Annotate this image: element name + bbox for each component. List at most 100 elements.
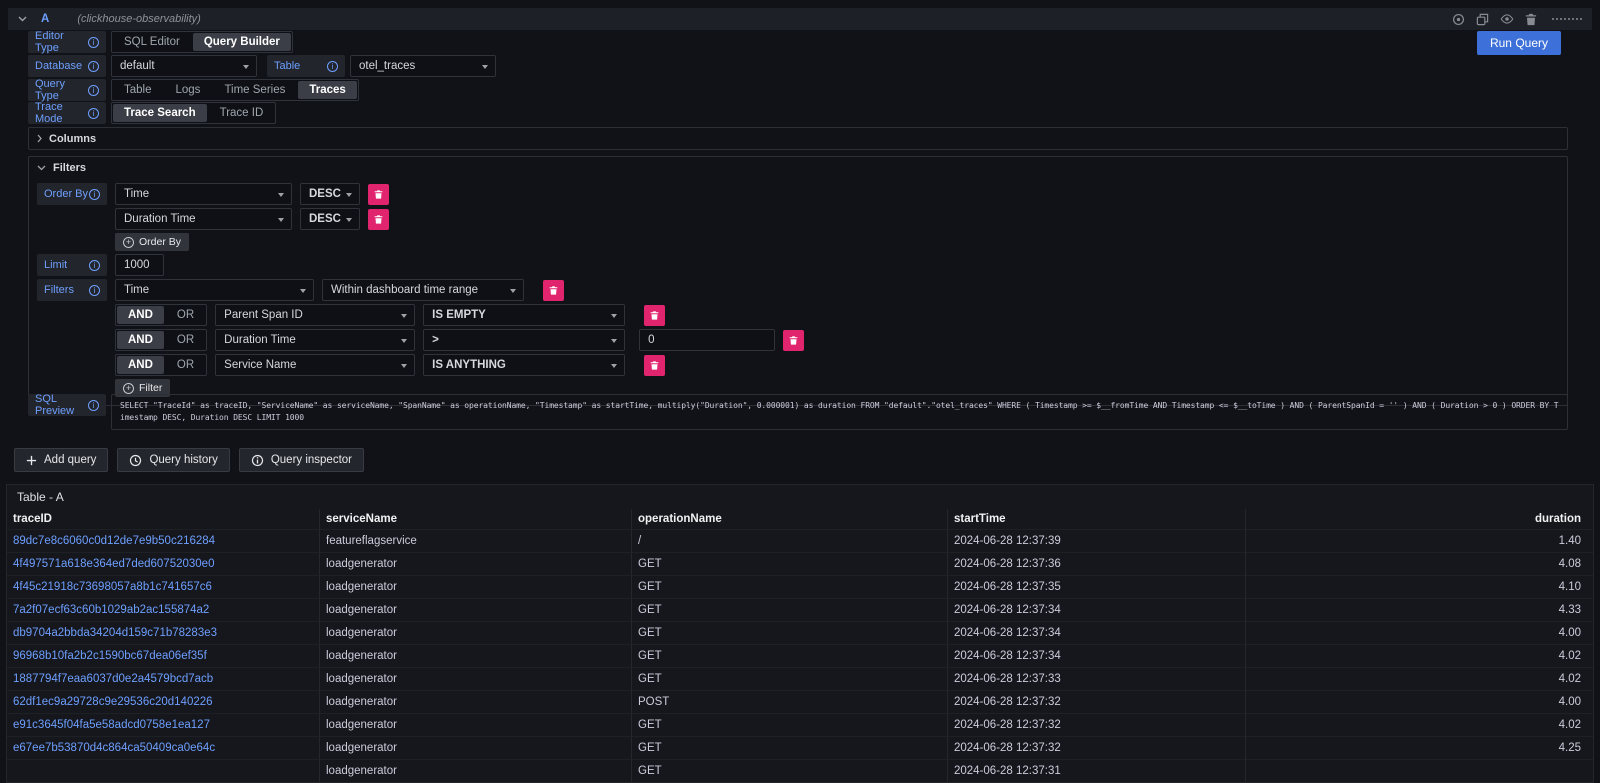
limit-row: Limit i xyxy=(37,254,1559,276)
query-inspector-button[interactable]: Query inspector xyxy=(239,448,364,472)
trace-mode-option-trace-id[interactable]: Trace ID xyxy=(209,104,275,122)
remove-filter-button-1[interactable] xyxy=(644,305,665,326)
info-icon[interactable]: i xyxy=(88,85,99,96)
filter-bool-or-2[interactable]: OR xyxy=(166,331,205,349)
service-name-cell: loadgenerator xyxy=(320,644,632,667)
trace-id-link[interactable] xyxy=(7,759,320,782)
database-select[interactable]: default xyxy=(111,55,257,77)
remove-filter-button-3[interactable] xyxy=(644,355,665,376)
drag-handle-icon[interactable] xyxy=(1552,18,1582,20)
filter-bool-and-2[interactable]: AND xyxy=(117,331,164,349)
trace-id-link[interactable]: 62df1ec9a29728c9e29536c20d140226 xyxy=(7,690,320,713)
info-icon[interactable]: i xyxy=(89,189,100,200)
filter-field-select-2[interactable]: Duration Time xyxy=(215,329,415,351)
query-type-option-time-series[interactable]: Time Series xyxy=(213,81,296,99)
column-header-operationname[interactable]: operationName xyxy=(632,509,948,529)
trace-id-link[interactable]: 4f497571a618e364ed7ded60752030e0 xyxy=(7,552,320,575)
duration-cell: 4.33 xyxy=(1246,598,1593,621)
operation-name-cell: GET xyxy=(632,575,948,598)
chevron-down-icon xyxy=(611,339,617,343)
info-icon[interactable]: i xyxy=(89,260,100,271)
table-panel: Table - A traceID serviceName operationN… xyxy=(6,484,1594,783)
database-table-row: Database i default Table i otel_traces xyxy=(28,55,1568,77)
trace-mode-option-trace-search[interactable]: Trace Search xyxy=(113,104,207,122)
trace-id-link[interactable]: 89dc7e8c6060c0d12de7e9b50c216284 xyxy=(7,529,320,552)
plus-circle-icon: + xyxy=(123,383,134,394)
info-icon[interactable]: i xyxy=(88,108,99,119)
circle-dot-icon[interactable] xyxy=(1452,13,1465,26)
info-icon[interactable]: i xyxy=(327,61,338,72)
filter-operator-select-3[interactable]: IS ANYTHING xyxy=(423,354,625,376)
trace-id-link[interactable]: db9704a2bbda34204d159c71b78283e3 xyxy=(7,621,320,644)
operation-name-cell: GET xyxy=(632,621,948,644)
chevron-down-icon xyxy=(278,218,284,222)
filter-bool-and-3[interactable]: AND xyxy=(117,356,164,374)
remove-order-by-button-1[interactable] xyxy=(368,184,389,205)
filter-bool-and-1[interactable]: AND xyxy=(117,306,164,324)
filter-operator-select-2[interactable]: > xyxy=(423,329,625,351)
trash-icon[interactable] xyxy=(1525,13,1537,26)
trace-id-link[interactable]: e91c3645f04fa5e58adcd0758e1ea127 xyxy=(7,713,320,736)
info-icon[interactable]: i xyxy=(88,400,99,411)
info-icon[interactable]: i xyxy=(89,285,100,296)
filter-value-input-2[interactable] xyxy=(639,329,775,351)
query-history-button[interactable]: Query history xyxy=(117,448,229,472)
remove-time-filter-button[interactable] xyxy=(543,280,564,301)
chevron-down-icon xyxy=(482,65,488,69)
trace-id-link[interactable]: e67ee7b53870d4c864ca50409ca0e64c xyxy=(7,736,320,759)
duration-cell xyxy=(1246,759,1593,782)
trace-mode-radio-group: Trace Search Trace ID xyxy=(111,102,276,124)
trace-id-link[interactable]: 1887794f7eaa6037d0e2a4579bcd7acb xyxy=(7,667,320,690)
editor-type-option-sql-editor[interactable]: SQL Editor xyxy=(113,33,191,51)
trace-id-link[interactable]: 4f45c21918c73698057a8b1c741657c6 xyxy=(7,575,320,598)
table-row: 62df1ec9a29728c9e29536c20d140226 loadgen… xyxy=(7,690,1593,713)
order-by-direction-select-2[interactable]: DESC xyxy=(300,208,360,230)
filters-section-header[interactable]: Filters xyxy=(29,157,1567,178)
service-name-cell: loadgenerator xyxy=(320,736,632,759)
order-by-direction-select-1[interactable]: DESC xyxy=(300,183,360,205)
add-order-by-button[interactable]: + Order By xyxy=(115,233,189,251)
order-by-field-select-1[interactable]: Time xyxy=(115,183,292,205)
filter-bool-group-2: AND OR xyxy=(115,329,207,351)
filter-time-operator-select[interactable]: Within dashboard time range xyxy=(322,279,524,301)
query-ref-id: A xyxy=(41,13,49,25)
info-icon[interactable]: i xyxy=(88,37,99,48)
copy-icon[interactable] xyxy=(1476,13,1489,26)
table-select[interactable]: otel_traces xyxy=(350,55,496,77)
remove-filter-button-2[interactable] xyxy=(783,330,804,351)
limit-input[interactable] xyxy=(115,254,164,276)
duration-cell: 4.10 xyxy=(1246,575,1593,598)
order-by-field-select-2[interactable]: Duration Time xyxy=(115,208,292,230)
limit-label: Limit i xyxy=(37,254,107,276)
add-order-by-row: + Order By xyxy=(115,233,1559,251)
editor-type-option-query-builder[interactable]: Query Builder xyxy=(193,33,291,51)
column-header-servicename[interactable]: serviceName xyxy=(320,509,632,529)
chevron-down-icon xyxy=(300,289,306,293)
duration-cell: 4.08 xyxy=(1246,552,1593,575)
results-table: traceID serviceName operationName startT… xyxy=(7,509,1593,782)
filter-bool-group-3: AND OR xyxy=(115,354,207,376)
column-header-duration[interactable]: duration xyxy=(1246,509,1593,529)
collapse-chevron-icon[interactable] xyxy=(18,16,27,22)
add-query-button[interactable]: Add query xyxy=(14,448,108,472)
eye-icon[interactable] xyxy=(1500,14,1514,24)
query-type-option-logs[interactable]: Logs xyxy=(165,81,212,99)
filter-operator-select-1[interactable]: IS EMPTY xyxy=(423,304,625,326)
trace-id-link[interactable]: 96968b10fa2b2c1590bc67dea06ef35f xyxy=(7,644,320,667)
filter-bool-or-1[interactable]: OR xyxy=(166,306,205,324)
info-icon[interactable]: i xyxy=(88,61,99,72)
table-row: 96968b10fa2b2c1590bc67dea06ef35f loadgen… xyxy=(7,644,1593,667)
column-header-starttime[interactable]: startTime xyxy=(948,509,1246,529)
filter-bool-or-3[interactable]: OR xyxy=(166,356,205,374)
filter-field-select-1[interactable]: Parent Span ID xyxy=(215,304,415,326)
remove-order-by-button-2[interactable] xyxy=(368,209,389,230)
query-type-option-table[interactable]: Table xyxy=(113,81,163,99)
query-type-option-traces[interactable]: Traces xyxy=(298,81,356,99)
columns-section-header[interactable]: Columns xyxy=(29,128,1567,149)
trace-id-link[interactable]: 7a2f07ecf63c60b1029ab2ac155874a2 xyxy=(7,598,320,621)
filter-time-field-select[interactable]: Time xyxy=(115,279,314,301)
chevron-down-icon xyxy=(401,339,407,343)
column-header-traceid[interactable]: traceID xyxy=(7,509,320,529)
filter-field-select-3[interactable]: Service Name xyxy=(215,354,415,376)
start-time-cell: 2024-06-28 12:37:34 xyxy=(948,598,1246,621)
